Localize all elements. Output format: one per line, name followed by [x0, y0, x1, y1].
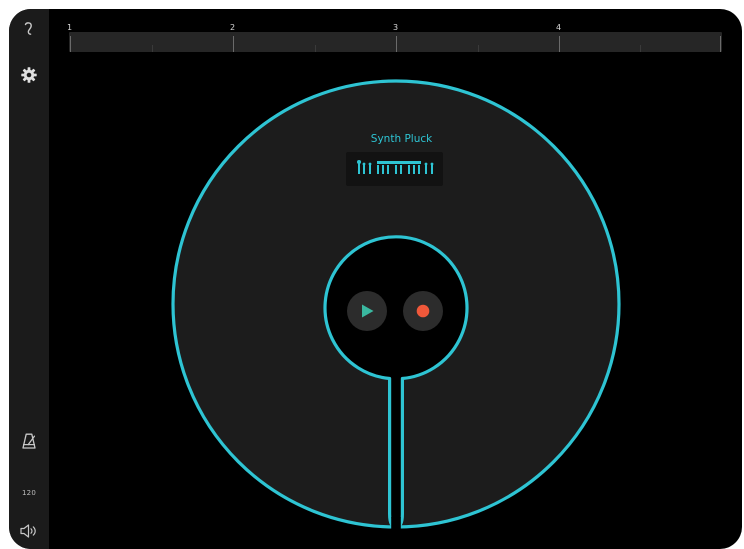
keyboard-icon — [357, 160, 434, 174]
loop-ring[interactable] — [9, 9, 742, 549]
instrument-name: Synth Pluck — [370, 133, 433, 145]
app-screen: 120 1 2 3 4 Synth Pluck — [9, 9, 742, 549]
instrument-button[interactable] — [346, 152, 443, 186]
record-icon — [416, 304, 430, 318]
play-button[interactable] — [347, 291, 387, 331]
play-icon — [362, 304, 374, 318]
record-button[interactable] — [403, 291, 443, 331]
